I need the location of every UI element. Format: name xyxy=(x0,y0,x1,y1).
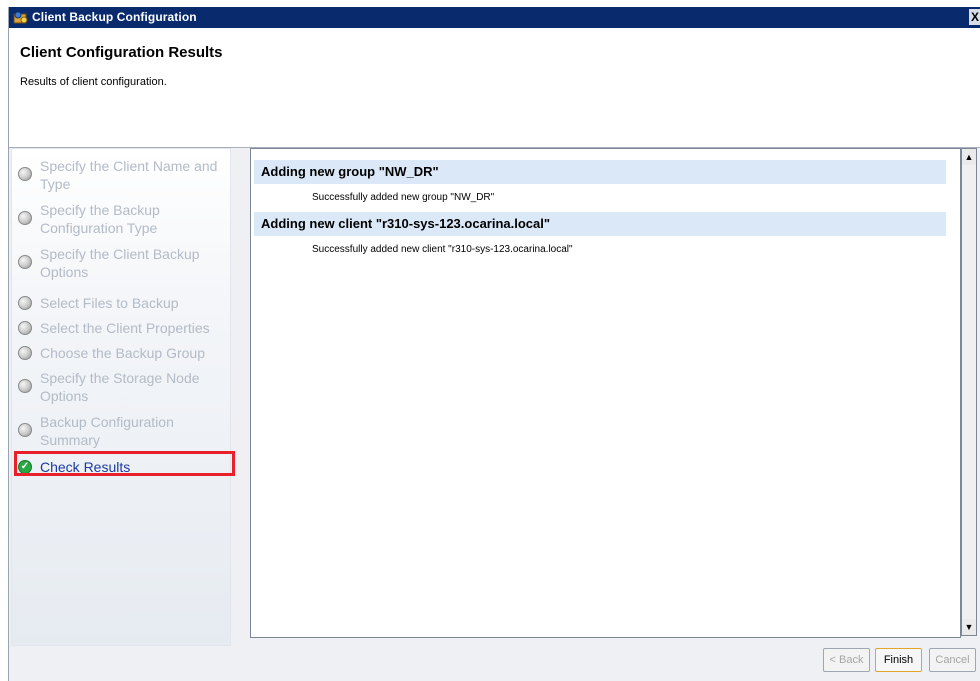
step-label: Specify the Client Name and Type xyxy=(40,158,218,192)
window-title: Client Backup Configuration xyxy=(32,10,197,24)
result-heading: Adding new client "r310-sys-123.ocarina.… xyxy=(261,216,551,231)
results-scrollbar[interactable]: ▲ ▼ xyxy=(961,148,977,636)
cancel-button[interactable]: Cancel xyxy=(929,648,976,672)
result-message: Successfully added new client "r310-sys-… xyxy=(312,244,573,255)
step-label: Specify the Client Backup Options xyxy=(40,246,200,280)
page-title: Client Configuration Results xyxy=(20,44,223,61)
pending-step-icon xyxy=(18,211,32,225)
results-panel: Adding new group "NW_DR" Successfully ad… xyxy=(250,148,961,638)
step-label: Specify the Storage Node Options xyxy=(40,370,200,404)
pending-step-icon xyxy=(18,346,32,360)
result-header: Adding new group "NW_DR" xyxy=(254,160,946,184)
current-step-highlight xyxy=(14,451,235,476)
scroll-down-icon[interactable]: ▼ xyxy=(962,619,976,635)
result-header: Adding new client "r310-sys-123.ocarina.… xyxy=(254,212,946,236)
wizard-steps-panel: Specify the Client Name and Type Specify… xyxy=(11,148,231,646)
page-header: Client Configuration Results Results of … xyxy=(9,28,980,148)
pending-step-icon xyxy=(18,379,32,393)
result-message: Successfully added new group "NW_DR" xyxy=(312,192,495,203)
back-button[interactable]: < Back xyxy=(823,648,870,672)
step-label: Backup Configuration Summary xyxy=(40,414,174,448)
page-subtitle: Results of client configuration. xyxy=(20,76,167,88)
pending-step-icon xyxy=(18,321,32,335)
step-label: Specify the Backup Configuration Type xyxy=(40,202,160,236)
pending-step-icon xyxy=(18,296,32,310)
pending-step-icon xyxy=(18,255,32,269)
backup-app-icon xyxy=(13,11,28,24)
close-icon[interactable]: X xyxy=(969,9,980,25)
step-label: Select the Client Properties xyxy=(40,320,210,336)
step-label: Select Files to Backup xyxy=(40,295,179,311)
pending-step-icon xyxy=(18,423,32,437)
pending-step-icon xyxy=(18,167,32,181)
finish-button[interactable]: Finish xyxy=(875,648,922,672)
step-label: Choose the Backup Group xyxy=(40,345,205,361)
result-heading: Adding new group "NW_DR" xyxy=(261,164,439,179)
scroll-up-icon[interactable]: ▲ xyxy=(962,149,976,165)
title-bar[interactable]: Client Backup Configuration X xyxy=(9,7,980,28)
